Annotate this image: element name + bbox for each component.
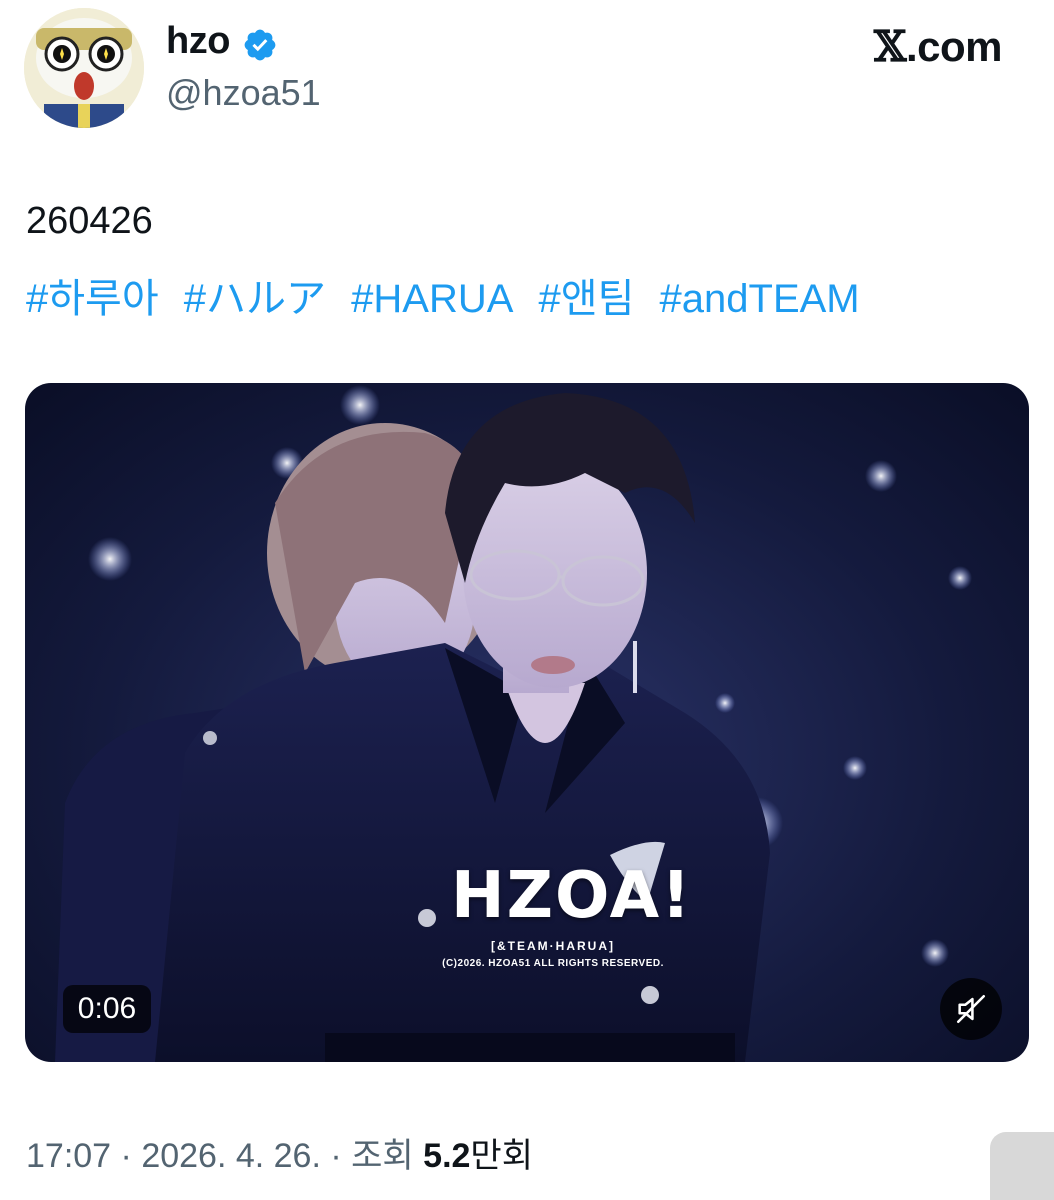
hashtag-link[interactable]: #andTEAM: [660, 277, 860, 321]
brand-domain: 𝕏.com: [873, 22, 1003, 71]
verified-badge-icon: [244, 29, 276, 61]
hashtag-link[interactable]: #HARUA: [351, 277, 513, 321]
meta-separator: ·: [320, 1137, 352, 1175]
x-logo-icon: 𝕏: [873, 22, 907, 71]
watermark-logo: HZOA!: [451, 859, 693, 933]
brand-domain-text: .com: [905, 23, 1003, 70]
tweet-text: 260426: [26, 200, 153, 242]
meta-separator: ·: [111, 1137, 142, 1175]
corner-thumbnail: [990, 1132, 1054, 1200]
speaker-muted-icon: [956, 994, 986, 1024]
watermark-subtitle: [&TEAM·HARUA]: [491, 939, 615, 953]
post-time[interactable]: 17:07: [26, 1137, 111, 1175]
avatar-image: [24, 8, 144, 128]
watermark-copyright: (C)2026. HZOA51 ALL RIGHTS RESERVED.: [442, 958, 664, 969]
hashtag-link[interactable]: #하루아: [26, 277, 159, 321]
mute-toggle-button[interactable]: [940, 978, 1002, 1040]
post-date[interactable]: 2026. 4. 26.: [141, 1137, 321, 1175]
views-count: 5.2: [423, 1137, 471, 1175]
post-meta: 17:07 · 2026. 4. 26. · 조회 5.2만회: [26, 1128, 533, 1177]
views-label: 조회: [351, 1137, 414, 1175]
hashtag-link[interactable]: #ハルア: [184, 277, 326, 321]
author-handle[interactable]: @hzoa51: [166, 72, 321, 114]
video-player[interactable]: HZOA! [&TEAM·HARUA] (C)2026. HZOA51 ALL …: [25, 383, 1029, 1062]
avatar[interactable]: [24, 8, 144, 128]
hashtag-list: #하루아 #ハルア #HARUA #앤팀 #andTEAM: [26, 266, 874, 324]
views-unit: 만회: [470, 1137, 533, 1175]
display-name[interactable]: hzo: [166, 20, 230, 63]
video-duration-badge: 0:06: [63, 985, 151, 1033]
hashtag-link[interactable]: #앤팀: [539, 277, 635, 321]
